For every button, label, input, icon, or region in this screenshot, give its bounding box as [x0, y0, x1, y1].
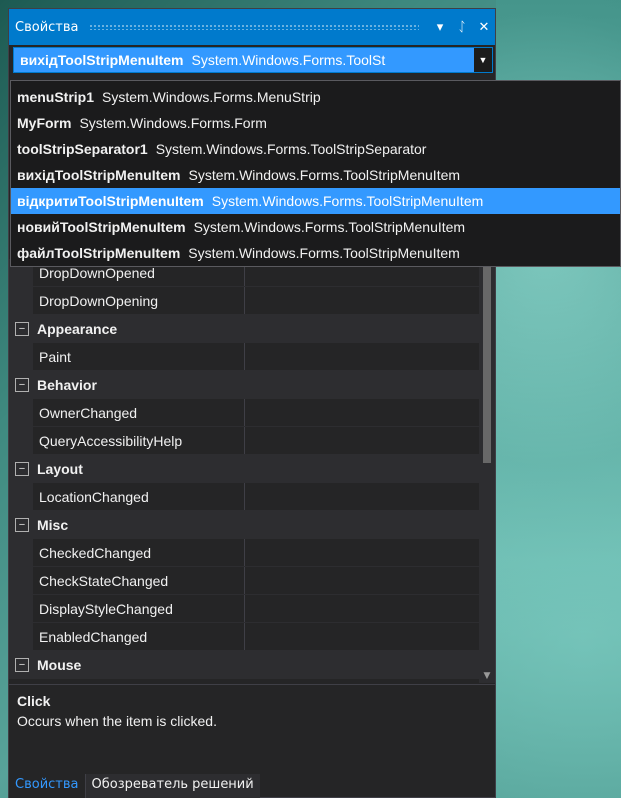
description-text: Occurs when the item is clicked.	[17, 713, 217, 729]
row-margin	[9, 567, 33, 594]
panel-titlebar[interactable]: Свойства ▾ ᛇ ✕	[9, 9, 495, 45]
property-name: OwnerChanged	[33, 399, 245, 426]
dropdown-item-type: System.Windows.Forms.ToolStripMenuItem	[188, 245, 460, 261]
window-options-icon[interactable]: ▾	[429, 20, 451, 35]
dropdown-item-type: System.Windows.Forms.ToolStripMenuItem	[188, 167, 461, 183]
property-value[interactable]	[245, 343, 479, 370]
category-label: Mouse	[37, 657, 82, 673]
category-row[interactable]: − Misc	[9, 511, 479, 539]
close-icon[interactable]: ✕	[473, 20, 495, 35]
panel-title: Свойства	[15, 19, 79, 35]
dropdown-item-type: System.Windows.Forms.ToolStripSeparator	[155, 141, 427, 157]
property-row[interactable]: DisplayStyleChanged	[9, 595, 479, 623]
property-row[interactable]: OwnerChanged	[9, 399, 479, 427]
property-row[interactable]: CheckStateChanged	[9, 567, 479, 595]
property-value[interactable]	[245, 539, 479, 566]
category-row[interactable]: − Appearance	[9, 315, 479, 343]
scrollbar-thumb[interactable]	[483, 259, 491, 463]
dropdown-item-type: System.Windows.Forms.MenuStrip	[102, 89, 321, 105]
collapse-icon[interactable]: −	[15, 462, 29, 476]
property-value[interactable]	[245, 427, 479, 454]
property-name: Paint	[33, 343, 245, 370]
dropdown-item[interactable]: toolStripSeparator1 System.Windows.Forms.…	[11, 136, 620, 162]
row-margin	[9, 343, 33, 370]
property-name: CheckedChanged	[33, 539, 245, 566]
dropdown-item[interactable]: файлToolStripMenuItem System.Windows.Form…	[11, 240, 620, 266]
property-row[interactable]: LocationChanged	[9, 483, 479, 511]
dropdown-item-type: System.Windows.Forms.ToolStripMenuItem	[211, 193, 484, 209]
property-grid: DropDownOpened DropDownOpening − Appearance…	[9, 259, 479, 683]
scroll-down-icon[interactable]: ▼	[479, 671, 495, 681]
pin-icon[interactable]: ᛇ	[451, 20, 473, 35]
dropdown-item-name: menuStrip1	[17, 89, 95, 105]
property-value[interactable]	[245, 567, 479, 594]
property-value[interactable]	[245, 287, 479, 314]
property-row[interactable]: EnabledChanged	[9, 623, 479, 651]
row-margin	[9, 595, 33, 622]
dropdown-item[interactable]: вихідToolStripMenuItem System.Windows.For…	[11, 162, 620, 188]
property-row[interactable]: Paint	[9, 343, 479, 371]
property-name: CheckStateChanged	[33, 567, 245, 594]
property-row[interactable]: DropDownOpening	[9, 287, 479, 315]
dropdown-item[interactable]: MyForm System.Windows.Forms.Form	[11, 110, 620, 136]
property-value[interactable]	[245, 595, 479, 622]
property-value[interactable]	[245, 623, 479, 650]
dropdown-item-name: вихідToolStripMenuItem	[17, 167, 181, 183]
dropdown-item-type: System.Windows.Forms.Form	[79, 115, 267, 131]
selected-object-type: System.Windows.Forms.ToolSt	[191, 52, 386, 68]
category-label: Misc	[37, 517, 69, 533]
row-margin	[9, 427, 33, 454]
grid-scrollbar[interactable]: ▼	[479, 259, 495, 683]
category-row[interactable]: − Mouse	[9, 651, 479, 679]
row-margin	[9, 483, 33, 510]
dropdown-item[interactable]: новийToolStripMenuItem System.Windows.For…	[11, 214, 620, 240]
category-label: Appearance	[37, 321, 118, 337]
dropdown-item[interactable]: відкритиToolStripMenuItem System.Windows.…	[11, 188, 620, 214]
collapse-icon[interactable]: −	[15, 518, 29, 532]
property-row[interactable]: QueryAccessibilityHelp	[9, 427, 479, 455]
category-label: Behavior	[37, 377, 97, 393]
dropdown-item-name: відкритиToolStripMenuItem	[17, 193, 204, 209]
collapse-icon[interactable]: −	[15, 658, 29, 672]
property-value[interactable]	[245, 399, 479, 426]
category-row[interactable]: − Layout	[9, 455, 479, 483]
panel-tabs: Свойства Обозреватель решений	[9, 774, 495, 798]
category-label: Layout	[37, 461, 83, 477]
dropdown-item-name: новийToolStripMenuItem	[17, 219, 186, 235]
collapse-icon[interactable]: −	[15, 378, 29, 392]
chevron-down-icon[interactable]: ▼	[474, 48, 492, 72]
row-margin	[9, 399, 33, 426]
tab-solution-explorer[interactable]: Обозреватель решений	[84, 774, 260, 798]
titlebar-grip	[88, 24, 419, 30]
selected-object-name: вихідToolStripMenuItem	[20, 52, 184, 68]
row-margin	[9, 539, 33, 566]
collapse-icon[interactable]: −	[15, 322, 29, 336]
dropdown-item-name: MyForm	[17, 115, 72, 131]
dropdown-item[interactable]: menuStrip1 System.Windows.Forms.MenuStrip	[11, 84, 620, 110]
property-name: DropDownOpening	[33, 287, 245, 314]
dropdown-item-type: System.Windows.Forms.ToolStripMenuItem	[193, 219, 466, 235]
property-name: EnabledChanged	[33, 623, 245, 650]
row-margin	[9, 287, 33, 314]
dropdown-item-name: toolStripSeparator1	[17, 141, 148, 157]
property-value[interactable]	[245, 483, 479, 510]
dropdown-item-name: файлToolStripMenuItem	[17, 245, 181, 261]
property-name: DisplayStyleChanged	[33, 595, 245, 622]
property-row[interactable]: CheckedChanged	[9, 539, 479, 567]
object-dropdown-list: menuStrip1 System.Windows.Forms.MenuStrip…	[10, 80, 621, 267]
property-name: QueryAccessibilityHelp	[33, 427, 245, 454]
tab-properties[interactable]: Свойства	[9, 774, 85, 798]
description-pane: Click Occurs when the item is clicked.	[9, 684, 495, 764]
object-selector-value: вихідToolStripMenuItem System.Windows.For…	[14, 52, 474, 68]
row-margin	[9, 623, 33, 650]
category-row[interactable]: − Behavior	[9, 371, 479, 399]
property-name: LocationChanged	[33, 483, 245, 510]
description-title: Click	[17, 693, 51, 709]
object-selector[interactable]: вихідToolStripMenuItem System.Windows.For…	[13, 47, 493, 73]
